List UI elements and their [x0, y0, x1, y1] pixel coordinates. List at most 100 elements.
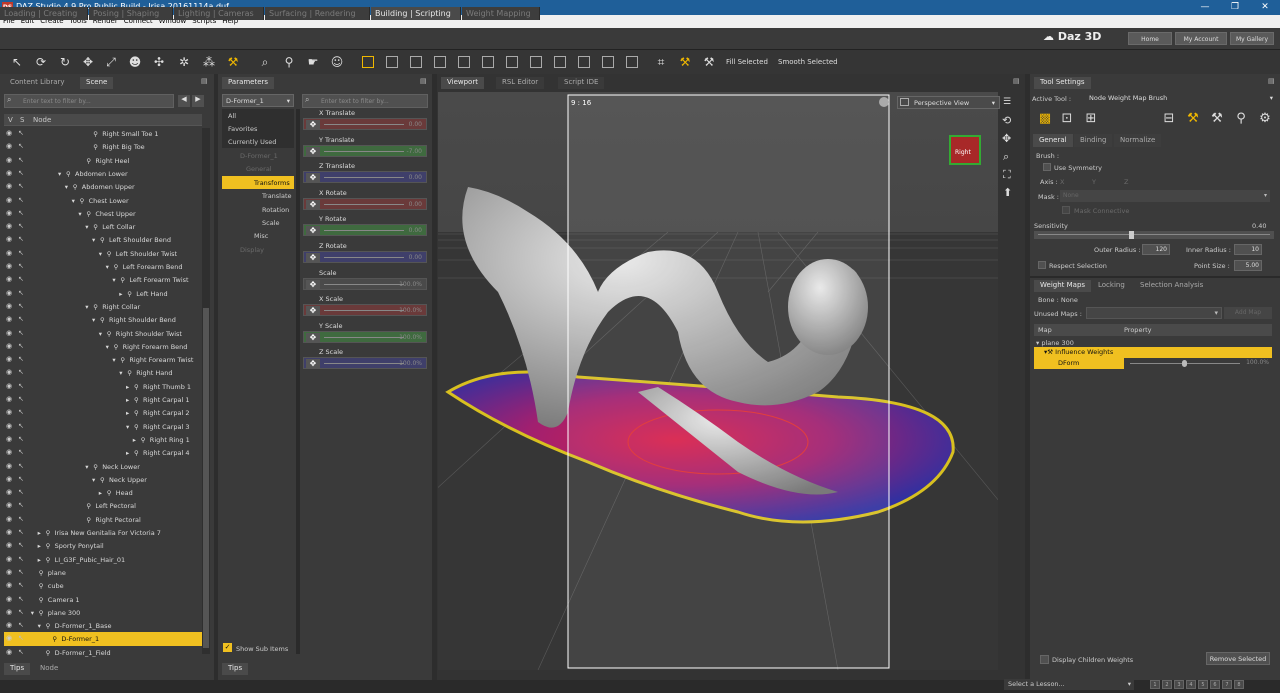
my-account-button[interactable]: My Account: [1175, 32, 1227, 45]
eye-icon[interactable]: ◉: [6, 302, 12, 310]
close-button[interactable]: ✕: [1250, 0, 1280, 15]
pose-tool-icon[interactable]: ⚲: [280, 53, 298, 71]
eye-icon[interactable]: ◉: [6, 634, 12, 642]
camera-select-icon[interactable]: [879, 97, 889, 107]
expand-toggle-icon[interactable]: ▾: [119, 369, 122, 377]
lesson-page-button[interactable]: 3: [1174, 680, 1184, 689]
layout-6-icon[interactable]: [506, 56, 518, 68]
expand-toggle-icon[interactable]: ▸: [126, 396, 129, 404]
parameter-dial-icon[interactable]: ✥: [306, 306, 320, 316]
room-tab-posing[interactable]: Posing | Shaping: [89, 7, 173, 20]
parameter-row[interactable]: X Translate ✥ 0.00: [301, 109, 429, 135]
select-arrow-icon[interactable]: ↖: [18, 182, 24, 190]
eye-icon[interactable]: ◉: [6, 395, 12, 403]
eye-icon[interactable]: ◉: [6, 621, 12, 629]
tab-weight-maps[interactable]: Weight Maps: [1034, 280, 1092, 292]
parameter-value[interactable]: 0.00: [409, 201, 422, 208]
tab-tips[interactable]: Tips: [4, 663, 31, 675]
eye-icon[interactable]: ◉: [6, 488, 12, 496]
spot-render-icon[interactable]: ✲: [175, 53, 193, 71]
scene-filter-input[interactable]: Enter text to filter by...: [4, 94, 174, 108]
select-arrow-icon[interactable]: ↖: [18, 515, 24, 523]
tab-general[interactable]: General: [1033, 134, 1073, 147]
parameter-row[interactable]: Z Scale ✥ 100.0%: [301, 348, 429, 374]
scale-tool-icon[interactable]: ⤢: [102, 53, 120, 71]
parameter-slider[interactable]: ✥ -7.00: [303, 144, 427, 157]
eye-icon[interactable]: ◉: [6, 422, 12, 430]
expand-toggle-icon[interactable]: ▸: [99, 489, 102, 497]
tab-parameters[interactable]: Parameters: [222, 77, 275, 89]
eye-icon[interactable]: ◉: [6, 169, 12, 177]
expand-toggle-icon[interactable]: ▾: [85, 223, 88, 231]
scene-node-row[interactable]: ◉ ↖ ▸ ⚲ Sporty Ponytail: [4, 539, 202, 552]
eye-icon[interactable]: ◉: [6, 528, 12, 536]
scene-node-row[interactable]: ◉ ↖ ▾ ⚲ Left Collar: [4, 220, 202, 233]
select-arrow-icon[interactable]: ↖: [18, 648, 24, 656]
expand-toggle-icon[interactable]: ▾: [72, 197, 75, 205]
parameter-row[interactable]: Y Scale ✥ 100.0%: [301, 322, 429, 348]
layout-single-icon[interactable]: [362, 56, 374, 68]
select-arrow-icon[interactable]: ↖: [18, 302, 24, 310]
scene-node-row[interactable]: ◉ ↖ ▾ ⚲ Abdomen Lower: [4, 167, 202, 180]
inner-radius-input[interactable]: 10: [1234, 244, 1262, 255]
nav-forward-icon[interactable]: ▶: [192, 95, 204, 107]
reset-view-icon[interactable]: ⬆: [1003, 186, 1012, 199]
scene-node-row[interactable]: ◉ ↖ ▾ ⚲ Abdomen Upper: [4, 180, 202, 193]
scene-node-row[interactable]: ◉ ↖ ▸ ⚲ LI_G3F_Pubic_Hair_01: [4, 553, 202, 566]
expand-toggle-icon[interactable]: ▾: [65, 183, 68, 191]
weight-tool-smooth-icon[interactable]: ⚒: [1208, 111, 1226, 129]
weight-tool-select-icon[interactable]: ⊡: [1058, 111, 1076, 129]
scene-node-row[interactable]: ◉ ↖ ⚲ D-Former_1_Field: [4, 646, 202, 659]
axis-y-radio[interactable]: Y: [1092, 178, 1096, 186]
axis-x-radio[interactable]: X: [1060, 178, 1064, 186]
eye-icon[interactable]: ◉: [6, 342, 12, 350]
select-arrow-icon[interactable]: ↖: [18, 501, 24, 509]
mask-connective-checkbox[interactable]: [1062, 206, 1070, 214]
expand-toggle-icon[interactable]: ▾: [112, 276, 115, 284]
scene-node-row[interactable]: ◉ ↖ ▾ ⚲ plane 300: [4, 606, 202, 619]
eye-icon[interactable]: ◉: [6, 595, 12, 603]
group-transforms[interactable]: Transforms: [222, 176, 294, 189]
select-arrow-icon[interactable]: ↖: [18, 621, 24, 629]
layout-9-icon[interactable]: [578, 56, 590, 68]
scene-node-row[interactable]: ◉ ↖ ▾ ⚲ Right Forearm Twist: [4, 353, 202, 366]
parameter-row[interactable]: Z Rotate ✥ 0.00: [301, 242, 429, 268]
expand-toggle-icon[interactable]: ▸: [126, 449, 129, 457]
select-arrow-icon[interactable]: ↖: [18, 608, 24, 616]
remove-selected-button[interactable]: Remove Selected: [1206, 652, 1270, 665]
select-arrow-icon[interactable]: ↖: [18, 342, 24, 350]
select-arrow-icon[interactable]: ↖: [18, 169, 24, 177]
col-node[interactable]: Node: [33, 116, 51, 124]
brush-smooth-icon[interactable]: ⚒: [700, 53, 718, 71]
eye-icon[interactable]: ◉: [6, 435, 12, 443]
eye-icon[interactable]: ◉: [6, 329, 12, 337]
select-arrow-icon[interactable]: ↖: [18, 581, 24, 589]
tab-node[interactable]: Node: [34, 663, 65, 675]
expand-toggle-icon[interactable]: ▾: [85, 303, 88, 311]
scene-node-row[interactable]: ◉ ↖ ⚲ D-Former_1: [4, 632, 202, 646]
select-arrow-icon[interactable]: ↖: [18, 555, 24, 563]
scene-node-row[interactable]: ◉ ↖ ⚲ plane: [4, 566, 202, 579]
scene-node-row[interactable]: ◉ ↖ ⚲ cube: [4, 579, 202, 592]
eye-icon[interactable]: ◉: [6, 262, 12, 270]
scene-node-row[interactable]: ◉ ↖ ▸ ⚲ Head: [4, 486, 202, 499]
select-arrow-icon[interactable]: ↖: [18, 475, 24, 483]
expand-toggle-icon[interactable]: ▸: [119, 290, 122, 298]
parameter-row[interactable]: X Rotate ✥ 0.00: [301, 189, 429, 215]
outer-radius-input[interactable]: 120: [1142, 244, 1170, 255]
parameter-row[interactable]: Scale ✥ 100.0%: [301, 269, 429, 295]
parameter-dial-icon[interactable]: ✥: [306, 279, 320, 289]
expand-toggle-icon[interactable]: ▾: [106, 343, 109, 351]
parameter-value[interactable]: 0.00: [409, 174, 422, 181]
select-arrow-icon[interactable]: ↖: [18, 262, 24, 270]
scene-node-row[interactable]: ◉ ↖ ▸ ⚲ Right Carpal 2: [4, 406, 202, 419]
eye-icon[interactable]: ◉: [6, 555, 12, 563]
group-translate[interactable]: Translate: [222, 189, 294, 202]
parameter-dial-icon[interactable]: ✥: [306, 226, 320, 236]
scene-node-row[interactable]: ◉ ↖ ▾ ⚲ Right Forearm Bend: [4, 340, 202, 353]
lesson-page-button[interactable]: 1: [1150, 680, 1160, 689]
layout-10-icon[interactable]: [602, 56, 614, 68]
parameter-dial-icon[interactable]: ✥: [306, 359, 320, 369]
eye-icon[interactable]: ◉: [6, 156, 12, 164]
select-arrow-icon[interactable]: ↖: [18, 209, 24, 217]
